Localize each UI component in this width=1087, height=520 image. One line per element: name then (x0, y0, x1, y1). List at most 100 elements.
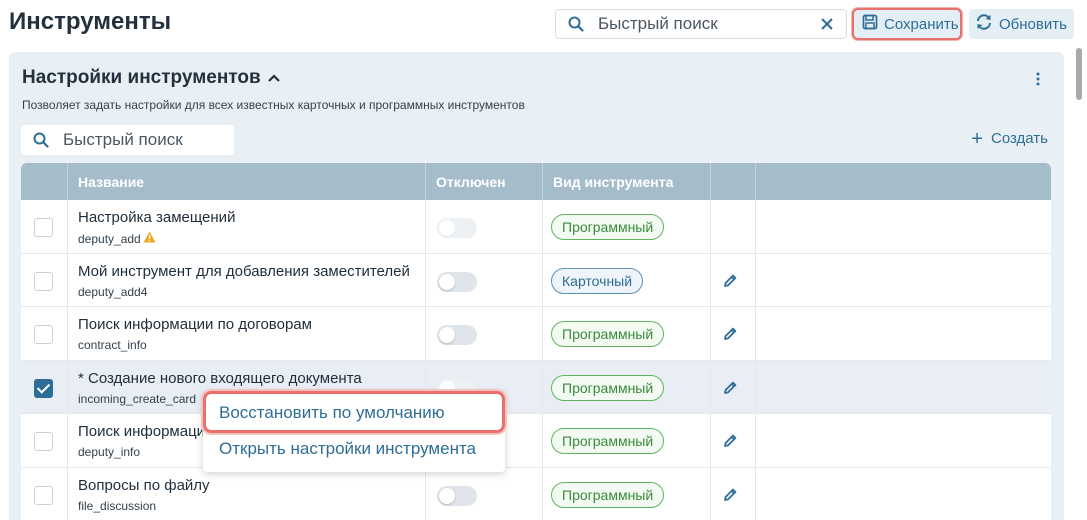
tool-code: file_discussion (78, 498, 157, 513)
disabled-toggle[interactable] (437, 271, 477, 292)
more-vertical-icon[interactable] (1036, 72, 1040, 91)
select-cell (21, 414, 68, 467)
pencil-icon[interactable] (722, 487, 738, 508)
tools-table: Название Отключен Вид инструмента Настро… (21, 163, 1051, 520)
disabled-toggle[interactable] (437, 485, 477, 506)
type-cell: Программный (543, 467, 711, 520)
create-button[interactable]: + Создать (971, 127, 1048, 150)
tool-code: deputy_info (78, 445, 141, 459)
tool-code-wrap: deputy_info (78, 445, 140, 459)
name-cell: Вопросы по файлу file_discussion (68, 467, 426, 520)
save-button-label: Сохранить (884, 15, 959, 33)
table-row[interactable]: Поиск информации по договорам contract_in… (21, 307, 1051, 361)
select-cell (21, 360, 68, 413)
name-cell: Настройка замещений deputy_add (68, 200, 426, 253)
disabled-cell (426, 253, 543, 306)
toggle-knob (439, 487, 455, 504)
row-checkbox[interactable] (34, 218, 53, 237)
disabled-cell (426, 307, 543, 360)
tool-name: Мой инструмент для добавления заместител… (78, 262, 410, 280)
tool-name: Поиск информаци (78, 423, 206, 440)
row-checkbox[interactable] (34, 325, 53, 344)
search-icon (568, 16, 584, 37)
column-header-type[interactable]: Вид инструмента (543, 163, 711, 200)
tool-type-badge: Карточный (551, 267, 644, 294)
pencil-icon[interactable] (722, 380, 738, 401)
select-cell (21, 200, 68, 253)
pencil-icon[interactable] (722, 273, 738, 294)
disabled-cell (426, 200, 543, 253)
name-cell: Мой инструмент для добавления заместител… (68, 253, 426, 306)
filler-cell (756, 307, 1051, 360)
row-checkbox[interactable] (34, 378, 53, 398)
column-header-actions (711, 163, 756, 200)
filler-cell (756, 200, 1051, 253)
tool-code: deputy_add (78, 231, 141, 246)
top-search-field[interactable] (555, 9, 847, 39)
panel-search-field[interactable] (21, 125, 234, 155)
panel-description: Позволяет задать настройки для всех изве… (22, 98, 525, 112)
row-checkbox[interactable] (34, 485, 53, 505)
row-checkbox[interactable] (34, 271, 53, 291)
refresh-icon (975, 13, 993, 36)
scrollbar-thumb[interactable] (1076, 48, 1082, 100)
tool-code-wrap: file_discussion (78, 499, 156, 513)
tool-code: contract_info (78, 338, 147, 352)
select-cell (21, 467, 68, 520)
type-cell: Программный (543, 307, 711, 360)
pencil-icon[interactable] (722, 326, 738, 347)
filler-cell (756, 361, 1051, 414)
tool-code-wrap: deputy_add4 (78, 285, 147, 299)
plus-icon: + (971, 127, 983, 150)
name-cell: Поиск информации по договорам contract_in… (68, 307, 426, 360)
restore-default-menu-item[interactable]: Восстановить по умолчанию (219, 403, 445, 423)
actions-cell (711, 414, 756, 467)
type-cell: Карточный (543, 253, 711, 306)
tool-code: deputy_add4 (78, 284, 148, 299)
toggle-knob (439, 327, 455, 343)
tool-name: Поиск информации по договорам (78, 316, 312, 333)
column-header-name[interactable]: Название (68, 163, 426, 200)
table-row[interactable]: * Создание нового входящего документа inc… (21, 360, 1051, 414)
type-cell: Программный (543, 414, 711, 467)
tool-code-wrap: incoming_create_card (78, 392, 196, 406)
tool-type-badge: Программный (551, 374, 665, 401)
top-search-input[interactable] (598, 13, 808, 35)
panel-header[interactable]: Настройки инструментов (22, 67, 281, 89)
column-header-filler (756, 163, 1051, 200)
tool-code-wrap: contract_info (78, 338, 147, 352)
row-checkbox[interactable] (34, 432, 53, 451)
actions-cell (711, 307, 756, 360)
column-header-select[interactable] (21, 163, 68, 200)
tool-type-badge: Программный (551, 481, 665, 508)
disabled-toggle[interactable] (437, 325, 477, 345)
search-icon (33, 132, 49, 153)
tool-type-badge: Программный (551, 428, 665, 454)
save-button[interactable]: Сохранить (852, 8, 962, 40)
disabled-toggle[interactable] (437, 218, 477, 238)
clear-icon[interactable] (820, 17, 834, 36)
create-button-label: Создать (990, 130, 1048, 147)
warning-icon (143, 231, 156, 246)
table-row[interactable]: Настройка замещений deputy_add Программный (21, 200, 1051, 254)
panel-search-input[interactable] (63, 129, 223, 151)
actions-cell (711, 467, 756, 520)
select-cell (21, 253, 68, 306)
table-body: Настройка замещений deputy_add Программный… (21, 200, 1051, 520)
select-cell (21, 307, 68, 360)
tool-settings-panel: Настройки инструментов Позволяет задать … (9, 52, 1064, 520)
scrollbar[interactable] (1076, 44, 1082, 514)
table-row[interactable]: Вопросы по файлу file_discussion Программн… (21, 467, 1051, 520)
tool-code: incoming_create_card (78, 391, 197, 406)
table-row[interactable]: Мой инструмент для добавления заместител… (21, 253, 1051, 307)
open-tool-settings-menu-item[interactable]: Открыть настройки инструмента (219, 439, 476, 459)
column-header-disabled[interactable]: Отключен (426, 163, 543, 200)
refresh-button[interactable]: Обновить (969, 9, 1074, 39)
toggle-knob (439, 273, 455, 290)
chevron-up-icon[interactable] (267, 67, 281, 89)
pencil-icon[interactable] (722, 433, 738, 454)
table-row[interactable]: Поиск информаци deputy_info Программный (21, 414, 1051, 468)
filler-cell (756, 414, 1051, 467)
tool-type-badge: Программный (551, 214, 665, 240)
tool-name: * Создание нового входящего документа (78, 369, 362, 387)
